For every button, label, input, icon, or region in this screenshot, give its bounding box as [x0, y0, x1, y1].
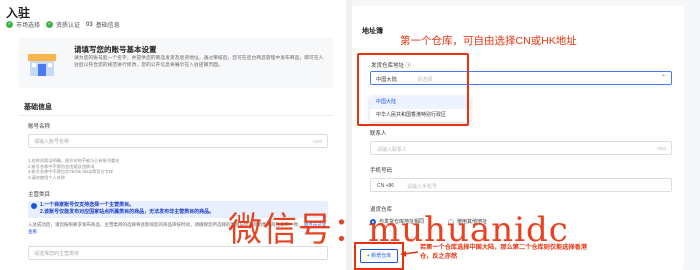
- step-qualification: ✓ 资质认证: [46, 20, 80, 29]
- intro-title: 请填写您的账号基本设置: [74, 45, 157, 54]
- step-basic-info: 03 基础信息: [86, 20, 120, 30]
- account-name-input[interactable]: 请输入账号名称 0/40: [28, 134, 328, 148]
- stepper: ✓ 市场选择 ✓ 资质认证 03 基础信息: [6, 20, 120, 29]
- placeholder: 请选择您的主营类目: [34, 250, 80, 257]
- char-counter: 0/40: [313, 138, 322, 144]
- page-title: 入驻: [6, 6, 31, 20]
- intro-text: 请为您的账号起一个名字，并提供您的商品发货及退货地址，通过审核后，您可在后台商品…: [74, 56, 324, 68]
- hint-line: 4.请勿使用个人名称: [28, 174, 65, 180]
- info-icon: [31, 203, 37, 209]
- char-counter: 0/50: [657, 145, 666, 151]
- step-number: 03: [86, 21, 93, 28]
- hint-line: 1.名称须简洁明确，账号名称不能与已有账号重名: [28, 158, 120, 163]
- watermark-text: 微信号：muhuanidc: [228, 210, 569, 250]
- account-name-hints: 1.名称须简洁明确，账号名称不能与已有账号重名 2.账号名称中不得包含违规及违禁…: [28, 158, 119, 180]
- step-label: 基础信息: [95, 23, 120, 29]
- shop-illustration-icon: [28, 54, 56, 76]
- divider: [18, 115, 334, 116]
- check-icon: ✓: [46, 21, 54, 28]
- intro-banner: 请填写您的账号基本设置 请为您的账号起一个名字，并提供您的商品发货及退货地址，通…: [18, 38, 334, 88]
- check-icon: ✓: [6, 21, 13, 28]
- hint-line: 3.账号名称中不得包含TikTok Shop等官方字样: [28, 169, 114, 175]
- main-category-label: 主营类目: [28, 192, 51, 198]
- section-title: 基础信息: [24, 104, 52, 111]
- placeholder: 请输入账号名称: [34, 138, 70, 145]
- account-name-label: 账号名称: [28, 124, 51, 130]
- step-market: ✓ 市场选择: [6, 20, 40, 29]
- step-label: 资质认证: [56, 23, 81, 29]
- chevron-up-icon: ⌃: [660, 75, 666, 81]
- step-label: 市场选择: [16, 23, 41, 29]
